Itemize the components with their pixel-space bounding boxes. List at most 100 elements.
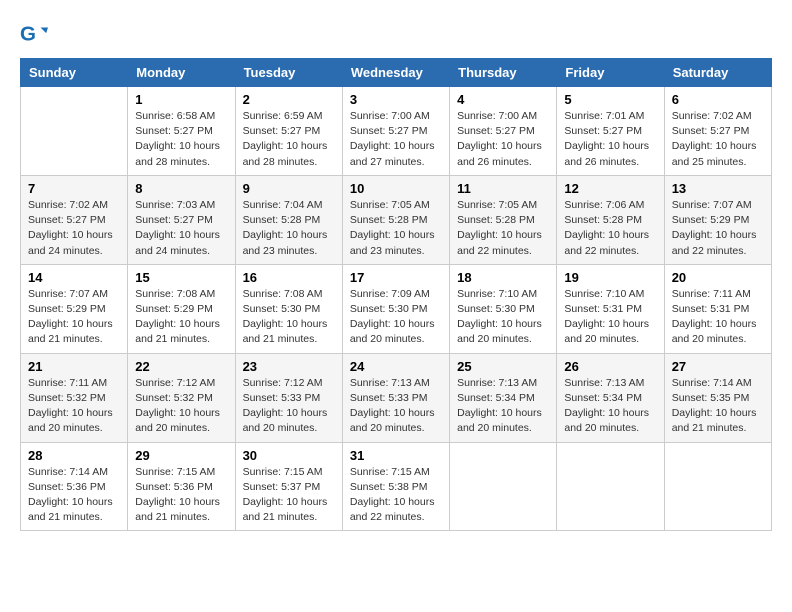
day-number: 29 xyxy=(135,448,227,463)
weekday-header-tuesday: Tuesday xyxy=(235,59,342,87)
day-number: 4 xyxy=(457,92,549,107)
day-info: Sunrise: 7:15 AM Sunset: 5:36 PM Dayligh… xyxy=(135,465,227,526)
weekday-header-saturday: Saturday xyxy=(664,59,771,87)
day-info: Sunrise: 7:01 AM Sunset: 5:27 PM Dayligh… xyxy=(564,109,656,170)
daylight-text: Daylight: 10 hours and 20 minutes. xyxy=(135,407,220,434)
sunrise-text: Sunrise: 7:08 AM xyxy=(135,288,215,300)
daylight-text: Daylight: 10 hours and 28 minutes. xyxy=(135,140,220,167)
sunrise-text: Sunrise: 7:13 AM xyxy=(350,377,430,389)
calendar-cell: 13 Sunrise: 7:07 AM Sunset: 5:29 PM Dayl… xyxy=(664,175,771,264)
sunrise-text: Sunrise: 7:11 AM xyxy=(672,288,751,300)
sunrise-text: Sunrise: 7:02 AM xyxy=(28,199,108,211)
calendar-cell: 25 Sunrise: 7:13 AM Sunset: 5:34 PM Dayl… xyxy=(450,353,557,442)
sunrise-text: Sunrise: 7:12 AM xyxy=(243,377,323,389)
weekday-header-monday: Monday xyxy=(128,59,235,87)
calendar-week-row: 1 Sunrise: 6:58 AM Sunset: 5:27 PM Dayli… xyxy=(21,87,772,176)
weekday-header-sunday: Sunday xyxy=(21,59,128,87)
calendar-cell: 4 Sunrise: 7:00 AM Sunset: 5:27 PM Dayli… xyxy=(450,87,557,176)
day-number: 13 xyxy=(672,181,764,196)
logo: G xyxy=(20,20,52,48)
day-info: Sunrise: 7:08 AM Sunset: 5:30 PM Dayligh… xyxy=(243,287,335,348)
daylight-text: Daylight: 10 hours and 20 minutes. xyxy=(457,318,542,345)
day-number: 11 xyxy=(457,181,549,196)
calendar-cell: 14 Sunrise: 7:07 AM Sunset: 5:29 PM Dayl… xyxy=(21,264,128,353)
sunset-text: Sunset: 5:35 PM xyxy=(672,392,750,404)
calendar-cell: 6 Sunrise: 7:02 AM Sunset: 5:27 PM Dayli… xyxy=(664,87,771,176)
calendar-cell: 7 Sunrise: 7:02 AM Sunset: 5:27 PM Dayli… xyxy=(21,175,128,264)
day-number: 16 xyxy=(243,270,335,285)
day-info: Sunrise: 7:13 AM Sunset: 5:34 PM Dayligh… xyxy=(564,376,656,437)
day-info: Sunrise: 7:10 AM Sunset: 5:31 PM Dayligh… xyxy=(564,287,656,348)
day-info: Sunrise: 7:09 AM Sunset: 5:30 PM Dayligh… xyxy=(350,287,442,348)
sunrise-text: Sunrise: 7:01 AM xyxy=(564,110,644,122)
day-info: Sunrise: 7:13 AM Sunset: 5:34 PM Dayligh… xyxy=(457,376,549,437)
daylight-text: Daylight: 10 hours and 26 minutes. xyxy=(457,140,542,167)
sunset-text: Sunset: 5:27 PM xyxy=(350,125,428,137)
day-number: 22 xyxy=(135,359,227,374)
sunset-text: Sunset: 5:28 PM xyxy=(564,214,642,226)
sunset-text: Sunset: 5:31 PM xyxy=(672,303,750,315)
day-number: 24 xyxy=(350,359,442,374)
sunset-text: Sunset: 5:28 PM xyxy=(350,214,428,226)
sunset-text: Sunset: 5:31 PM xyxy=(564,303,642,315)
sunrise-text: Sunrise: 7:15 AM xyxy=(350,466,430,478)
daylight-text: Daylight: 10 hours and 23 minutes. xyxy=(350,229,435,256)
sunset-text: Sunset: 5:27 PM xyxy=(672,125,750,137)
sunset-text: Sunset: 5:36 PM xyxy=(135,481,213,493)
sunset-text: Sunset: 5:28 PM xyxy=(243,214,321,226)
day-number: 9 xyxy=(243,181,335,196)
day-number: 26 xyxy=(564,359,656,374)
calendar-cell: 12 Sunrise: 7:06 AM Sunset: 5:28 PM Dayl… xyxy=(557,175,664,264)
sunset-text: Sunset: 5:29 PM xyxy=(135,303,213,315)
sunset-text: Sunset: 5:27 PM xyxy=(457,125,535,137)
calendar-cell: 26 Sunrise: 7:13 AM Sunset: 5:34 PM Dayl… xyxy=(557,353,664,442)
calendar-cell: 10 Sunrise: 7:05 AM Sunset: 5:28 PM Dayl… xyxy=(342,175,449,264)
calendar-week-row: 21 Sunrise: 7:11 AM Sunset: 5:32 PM Dayl… xyxy=(21,353,772,442)
daylight-text: Daylight: 10 hours and 21 minutes. xyxy=(243,318,328,345)
sunset-text: Sunset: 5:28 PM xyxy=(457,214,535,226)
daylight-text: Daylight: 10 hours and 25 minutes. xyxy=(672,140,757,167)
day-info: Sunrise: 7:05 AM Sunset: 5:28 PM Dayligh… xyxy=(350,198,442,259)
sunset-text: Sunset: 5:27 PM xyxy=(564,125,642,137)
calendar-cell: 27 Sunrise: 7:14 AM Sunset: 5:35 PM Dayl… xyxy=(664,353,771,442)
sunrise-text: Sunrise: 7:15 AM xyxy=(135,466,215,478)
day-number: 23 xyxy=(243,359,335,374)
sunrise-text: Sunrise: 7:08 AM xyxy=(243,288,323,300)
calendar-cell: 5 Sunrise: 7:01 AM Sunset: 5:27 PM Dayli… xyxy=(557,87,664,176)
day-number: 14 xyxy=(28,270,120,285)
day-number: 20 xyxy=(672,270,764,285)
daylight-text: Daylight: 10 hours and 20 minutes. xyxy=(350,318,435,345)
sunset-text: Sunset: 5:27 PM xyxy=(135,214,213,226)
day-info: Sunrise: 7:07 AM Sunset: 5:29 PM Dayligh… xyxy=(28,287,120,348)
day-number: 21 xyxy=(28,359,120,374)
sunrise-text: Sunrise: 7:15 AM xyxy=(243,466,323,478)
daylight-text: Daylight: 10 hours and 20 minutes. xyxy=(564,318,649,345)
day-number: 2 xyxy=(243,92,335,107)
sunrise-text: Sunrise: 7:13 AM xyxy=(457,377,537,389)
calendar-cell: 17 Sunrise: 7:09 AM Sunset: 5:30 PM Dayl… xyxy=(342,264,449,353)
day-number: 19 xyxy=(564,270,656,285)
day-info: Sunrise: 7:08 AM Sunset: 5:29 PM Dayligh… xyxy=(135,287,227,348)
sunrise-text: Sunrise: 7:07 AM xyxy=(672,199,752,211)
day-info: Sunrise: 6:59 AM Sunset: 5:27 PM Dayligh… xyxy=(243,109,335,170)
day-number: 6 xyxy=(672,92,764,107)
sunrise-text: Sunrise: 7:00 AM xyxy=(350,110,430,122)
calendar-cell: 20 Sunrise: 7:11 AM Sunset: 5:31 PM Dayl… xyxy=(664,264,771,353)
sunrise-text: Sunrise: 6:59 AM xyxy=(243,110,323,122)
sunset-text: Sunset: 5:29 PM xyxy=(672,214,750,226)
calendar-cell: 24 Sunrise: 7:13 AM Sunset: 5:33 PM Dayl… xyxy=(342,353,449,442)
daylight-text: Daylight: 10 hours and 20 minutes. xyxy=(350,407,435,434)
sunrise-text: Sunrise: 7:09 AM xyxy=(350,288,430,300)
sunset-text: Sunset: 5:27 PM xyxy=(28,214,106,226)
day-number: 31 xyxy=(350,448,442,463)
day-info: Sunrise: 7:05 AM Sunset: 5:28 PM Dayligh… xyxy=(457,198,549,259)
sunrise-text: Sunrise: 7:02 AM xyxy=(672,110,752,122)
calendar-cell: 1 Sunrise: 6:58 AM Sunset: 5:27 PM Dayli… xyxy=(128,87,235,176)
sunset-text: Sunset: 5:30 PM xyxy=(457,303,535,315)
sunrise-text: Sunrise: 7:00 AM xyxy=(457,110,537,122)
sunrise-text: Sunrise: 7:05 AM xyxy=(350,199,430,211)
daylight-text: Daylight: 10 hours and 20 minutes. xyxy=(457,407,542,434)
calendar-cell: 28 Sunrise: 7:14 AM Sunset: 5:36 PM Dayl… xyxy=(21,442,128,531)
daylight-text: Daylight: 10 hours and 22 minutes. xyxy=(672,229,757,256)
sunset-text: Sunset: 5:33 PM xyxy=(350,392,428,404)
